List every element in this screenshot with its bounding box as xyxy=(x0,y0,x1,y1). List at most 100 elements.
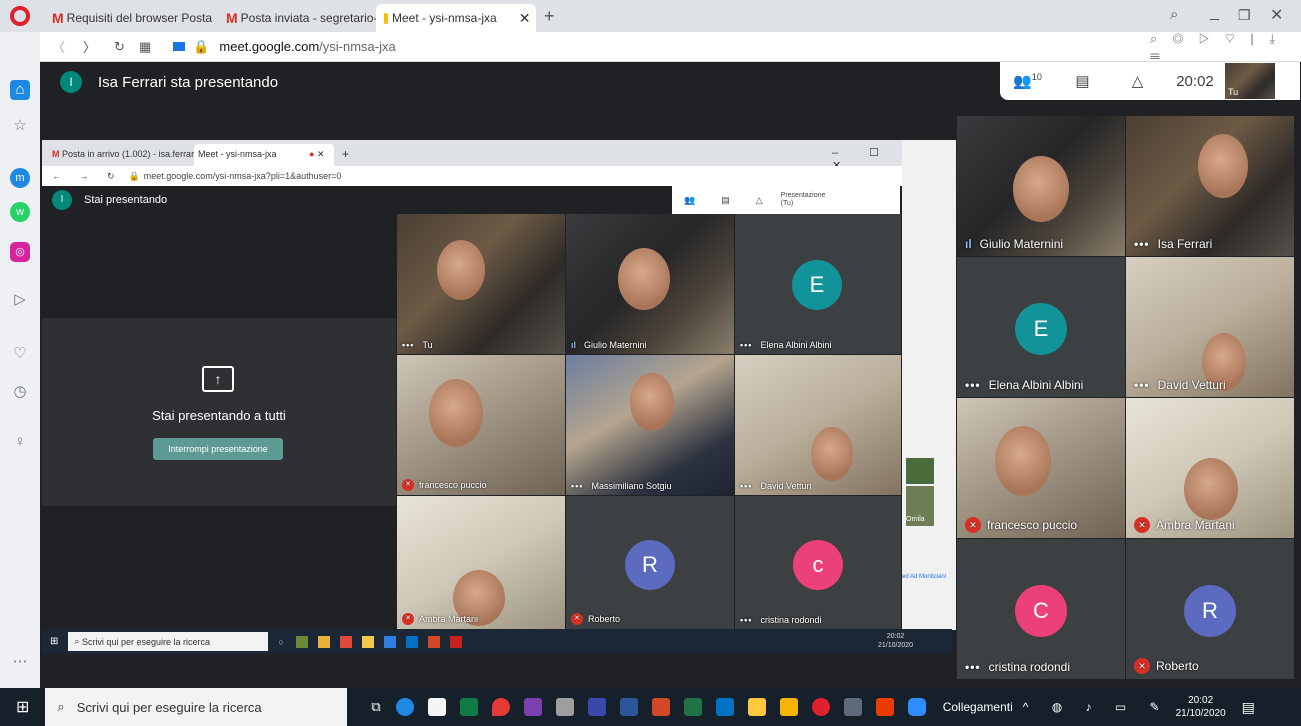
close-window-icon[interactable]: ✕ xyxy=(1270,5,1283,25)
shared-controls: 👥 ▤ △ Presentazione (Tu) xyxy=(672,186,900,214)
tile-david[interactable]: ••• David Vetturi xyxy=(1126,257,1294,397)
shared-address-bar: ← → ↻ 🔒 meet.google.com/ysi-nmsa-jxa?pli… xyxy=(42,166,904,186)
tile-label: ✕ Ambra Martani xyxy=(402,613,478,625)
tile-cristina[interactable]: C ••• cristina rodondi xyxy=(957,539,1125,679)
tab-label: Requisiti del browser Posta xyxy=(66,11,213,25)
tile-name: francesco puccio xyxy=(987,518,1078,532)
tile-label: ••• David Vetturi xyxy=(740,481,812,491)
self-preview[interactable]: Tu xyxy=(1225,63,1275,99)
minimize-icon[interactable]: _ xyxy=(1210,4,1219,22)
tile-isa[interactable]: ••• Isa Ferrari xyxy=(1126,116,1294,256)
bulb-icon[interactable]: ♀ xyxy=(10,432,30,452)
opera-logo[interactable] xyxy=(10,6,30,26)
shapes-icon: △ xyxy=(1131,73,1144,90)
people-icon: 👥 xyxy=(1013,73,1032,90)
tile-name: cristina rodondi xyxy=(988,660,1070,674)
store-icon[interactable] xyxy=(427,698,446,716)
speaking-icon: ıl xyxy=(571,340,577,350)
new-tab-icon[interactable]: + xyxy=(544,6,555,27)
more-icon[interactable]: ⋯ xyxy=(10,652,30,672)
home-icon[interactable]: ⌂ xyxy=(10,80,30,100)
people-button[interactable]: 👥10 xyxy=(1000,72,1055,90)
tile-label: ••• Isa Ferrari xyxy=(1134,237,1213,251)
activities-button[interactable]: △ xyxy=(1110,72,1165,90)
word-icon[interactable] xyxy=(619,698,638,716)
outlook-icon[interactable] xyxy=(715,698,734,716)
tile-roberto[interactable]: R ✕ Roberto xyxy=(1126,539,1294,679)
explorer-icon[interactable] xyxy=(747,698,766,716)
links-toolbar[interactable]: Collegamenti xyxy=(943,700,1013,714)
pdf-icon[interactable] xyxy=(587,698,606,716)
heart-icon[interactable]: ♡ xyxy=(10,344,30,364)
notifications-icon[interactable]: ▤ xyxy=(1242,699,1255,716)
shared-search-text: Scrivi qui per eseguire la ricerca xyxy=(81,636,210,647)
tile-giulio[interactable]: ıl Giulio Maternini xyxy=(957,116,1125,256)
meet-icon xyxy=(384,12,388,24)
opera-sidebar: ⌂ ☆ m w ◎ ▷ ♡ ◷ ♀ ⋯ xyxy=(0,32,40,688)
notes-icon[interactable] xyxy=(779,698,798,716)
url-field[interactable]: meet.google.com/ysi-nmsa-jxa xyxy=(219,39,395,54)
opera-taskbar-icon[interactable] xyxy=(811,698,830,716)
clock[interactable]: 20:02 21/10/2020 xyxy=(1176,694,1226,720)
whatsapp-icon[interactable]: w xyxy=(10,202,30,222)
tile-name: Giulio Maternini xyxy=(979,237,1064,251)
drop-icon[interactable] xyxy=(491,698,510,716)
messenger-icon[interactable]: m xyxy=(10,168,30,188)
onenote-icon[interactable] xyxy=(523,698,542,716)
excel-icon[interactable] xyxy=(683,698,702,716)
browser-tab-bar: M Requisiti del browser Posta ✕ M Posta … xyxy=(0,0,1301,32)
app-icon[interactable] xyxy=(843,698,862,716)
tabs-grid-icon[interactable]: ▦ xyxy=(139,39,151,55)
edge-icon[interactable] xyxy=(395,698,414,716)
reload-icon[interactable]: ↻ xyxy=(114,39,125,55)
tile-name: David Vetturi xyxy=(1157,378,1226,392)
tab-meet[interactable]: Meet - ysi-nmsa-jxa ✕ xyxy=(376,4,536,32)
sway-icon[interactable] xyxy=(459,698,478,716)
taskbar-search-box[interactable]: ⌕ Scrivi qui per eseguire la ricerca xyxy=(45,688,348,726)
windows-start-icon[interactable]: ⊞ xyxy=(16,697,29,717)
tile-name: francesco puccio xyxy=(419,480,487,490)
self-tag: Presentazione (Tu) xyxy=(780,192,826,207)
face xyxy=(1198,134,1248,198)
tile-francesco[interactable]: ✕ francesco puccio xyxy=(957,398,1125,538)
thumbnail xyxy=(906,458,934,484)
tile-ambra[interactable]: ✕ Ambra Martani xyxy=(1126,398,1294,538)
tile-elena[interactable]: E ••• Elena Albini Albini xyxy=(957,257,1125,397)
face xyxy=(995,426,1051,496)
tab-requisiti[interactable]: M Requisiti del browser Posta ✕ xyxy=(44,4,216,32)
shared-date: 21/10/2020 xyxy=(878,642,914,649)
tile-label: ✕ francesco puccio xyxy=(965,517,1077,533)
task-view-icon[interactable]: ⧉ xyxy=(371,699,380,715)
access-icon[interactable] xyxy=(651,698,670,716)
search-tabs-icon[interactable]: ⌕ xyxy=(1170,6,1178,23)
shared-tab-1-label: Posta in arrivo (1.002) - isa.ferrari xyxy=(62,149,197,159)
avatar: R xyxy=(625,540,675,590)
player-icon[interactable]: ▷ xyxy=(10,290,30,310)
stop-presenting-button[interactable]: Interrompi presentazione xyxy=(153,438,283,460)
tile-label: ıl Giulio Maternini xyxy=(965,237,1063,251)
url-host: meet.google.com xyxy=(219,39,320,54)
shared-taskbar: ⊞ ⌕ Scrivi qui per eseguire la ricerca ○… xyxy=(42,629,952,654)
office-icon[interactable] xyxy=(875,698,894,716)
shared-tile-elena: E ••• Elena Albini Albini xyxy=(735,214,901,354)
tile-label: ••• Massimiliano Sotgiu xyxy=(571,481,672,491)
taskbar-search-text: Scrivi qui per eseguire la ricerca xyxy=(76,699,262,715)
face xyxy=(429,379,483,447)
mic-off-icon: ✕ xyxy=(402,479,414,491)
present-screen-icon: ↑ xyxy=(202,366,234,392)
tab-posta-inviata[interactable]: M Posta inviata - segretario-2 ✕ xyxy=(218,4,376,32)
zoom-icon[interactable] xyxy=(907,698,926,716)
tile-name: Ambra Martani xyxy=(419,614,479,624)
history-icon[interactable]: ◷ xyxy=(10,382,30,402)
forward-icon[interactable]: 〉 xyxy=(83,37,96,56)
star-icon[interactable]: ☆ xyxy=(10,116,30,136)
meet-top-controls: 👥10 ▤ △ 20:02 Tu xyxy=(1000,62,1300,100)
close-icon[interactable]: ✕ xyxy=(519,10,531,27)
instagram-icon[interactable]: ◎ xyxy=(10,242,30,262)
restore-icon[interactable]: ❐ xyxy=(1238,7,1251,24)
back-icon[interactable]: 〈 xyxy=(52,37,65,56)
chat-button[interactable]: ▤ xyxy=(1055,72,1110,90)
taskbar-apps xyxy=(295,635,462,648)
shared-tile-david: ••• David Vetturi xyxy=(735,355,901,495)
paint-icon[interactable] xyxy=(555,698,574,716)
